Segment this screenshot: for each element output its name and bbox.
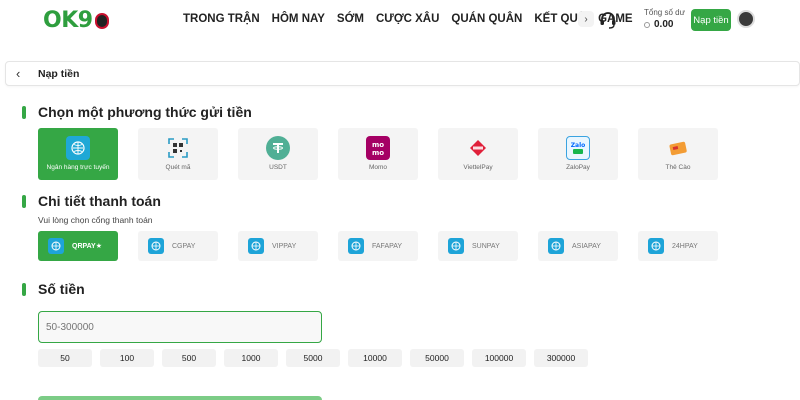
main-nav: TRONG TRẬN HÔM NAY SỚM CƯỢC XÂU QUÁN QUÂ…	[183, 13, 645, 25]
nav-item-outright[interactable]: QUÁN QUÂN	[451, 13, 522, 25]
headset-icon[interactable]	[598, 10, 618, 30]
balance-value-row: 0.00	[644, 19, 685, 30]
scratch-card-icon	[666, 136, 690, 160]
refresh-icon[interactable]	[644, 21, 650, 28]
section-title-text: Chọn một phương thức gửi tiền	[38, 104, 252, 120]
balance-label: Tổng số dư	[644, 8, 685, 17]
gate-fafapay[interactable]: FAFAPAY	[338, 231, 418, 261]
method-qr-scan[interactable]: Quét mã	[138, 128, 218, 180]
quick-amount-chip[interactable]: 300000	[534, 349, 588, 367]
method-label: Quét mã	[165, 164, 191, 171]
method-online-bank[interactable]: Ngân hàng trực tuyến	[38, 128, 118, 180]
gate-sunpay[interactable]: SUNPAY	[438, 231, 518, 261]
gate-cgpay[interactable]: CGPAY	[138, 231, 218, 261]
club-crest-icon	[94, 12, 109, 29]
gate-asiapay[interactable]: ASIAPAY	[538, 231, 618, 261]
qr-scan-icon	[166, 136, 190, 160]
section-title-text: Số tiền	[38, 281, 85, 297]
globe-icon	[348, 238, 364, 254]
top-header: OK9 TRONG TRẬN HÔM NAY SỚM CƯỢC XÂU QUÁN…	[0, 0, 800, 42]
method-label: Thẻ Cào	[665, 164, 691, 171]
svg-text:Zalo: Zalo	[571, 142, 586, 149]
gateway-instruction: Vui lòng chọn cổng thanh toán	[38, 215, 153, 225]
method-label: USDT	[269, 164, 287, 171]
page-subbar: ‹ Nạp tiền	[5, 61, 800, 86]
quick-amount-chip[interactable]: 10000	[348, 349, 402, 367]
gate-label: QRPAY★	[72, 243, 103, 250]
svg-text:mo: mo	[372, 149, 384, 157]
submit-button[interactable]	[38, 396, 322, 400]
globe-icon	[448, 238, 464, 254]
zalopay-icon: Zalo	[566, 136, 590, 160]
nav-item-today[interactable]: HÔM NAY	[272, 13, 325, 25]
section-title-text: Chi tiết thanh toán	[38, 193, 161, 209]
quick-amount-chip[interactable]: 100	[100, 349, 154, 367]
avatar[interactable]	[737, 10, 755, 28]
section-title-payment: Chi tiết thanh toán	[22, 193, 161, 209]
globe-icon	[248, 238, 264, 254]
method-momo[interactable]: mo mo Momo	[338, 128, 418, 180]
gate-vippay[interactable]: VIPPAY	[238, 231, 318, 261]
logo-text: OK9	[43, 8, 93, 33]
nav-item-in-play[interactable]: TRONG TRẬN	[183, 13, 260, 25]
nav-item-early[interactable]: SỚM	[337, 13, 364, 25]
section-accent-bar	[22, 282, 26, 296]
method-scratch-card[interactable]: Thẻ Cào	[638, 128, 718, 180]
quick-amount-chip[interactable]: 5000	[286, 349, 340, 367]
method-label: Ngân hàng trực tuyến	[46, 164, 110, 171]
gate-label: SUNPAY	[472, 242, 500, 250]
gate-24hpay[interactable]: 24HPAY	[638, 231, 718, 261]
balance-value: 0.00	[654, 19, 674, 30]
method-label: Momo	[368, 164, 388, 171]
chevron-left-icon[interactable]: ‹	[16, 66, 20, 81]
section-accent-bar	[22, 194, 26, 208]
chevron-right-icon[interactable]: ›	[578, 11, 594, 27]
gate-label: 24HPAY	[672, 242, 698, 250]
gate-label: ASIAPAY	[572, 242, 601, 250]
momo-icon: mo mo	[366, 136, 390, 160]
quick-amount-chip[interactable]: 50000	[410, 349, 464, 367]
quick-amount-chip[interactable]: 1000	[224, 349, 278, 367]
nav-item-parlay[interactable]: CƯỢC XÂU	[376, 13, 439, 25]
amount-input[interactable]	[38, 311, 322, 343]
globe-icon	[548, 238, 564, 254]
quick-amount-chip[interactable]: 500	[162, 349, 216, 367]
method-zalopay[interactable]: Zalo ZaloPay	[538, 128, 618, 180]
section-title-methods: Chọn một phương thức gửi tiền	[22, 104, 252, 120]
method-viettelpay[interactable]: ViettelPay	[438, 128, 518, 180]
section-accent-bar	[22, 105, 26, 119]
site-logo[interactable]: OK9	[43, 8, 109, 33]
quick-amount-chip[interactable]: 50	[38, 349, 92, 367]
viettelpay-icon	[466, 136, 490, 160]
quick-amount-chip[interactable]: 100000	[472, 349, 526, 367]
balance-display: Tổng số dư 0.00	[644, 8, 685, 30]
globe-icon	[148, 238, 164, 254]
method-usdt[interactable]: USDT	[238, 128, 318, 180]
method-label: ViettelPay	[463, 164, 493, 171]
tether-icon	[266, 136, 290, 160]
gate-label: VIPPAY	[272, 242, 297, 250]
gate-label: FAFAPAY	[372, 242, 403, 250]
section-title-amount: Số tiền	[22, 281, 85, 297]
deposit-button[interactable]: Nạp tiền	[691, 9, 731, 31]
online-bank-icon	[66, 136, 90, 160]
method-label: ZaloPay	[566, 164, 590, 171]
globe-icon	[48, 238, 64, 254]
gate-qrpay[interactable]: QRPAY★	[38, 231, 118, 261]
gate-label: CGPAY	[172, 242, 196, 250]
globe-icon	[648, 238, 664, 254]
svg-text:mo: mo	[372, 141, 384, 149]
page-title: Nạp tiền	[38, 68, 80, 80]
